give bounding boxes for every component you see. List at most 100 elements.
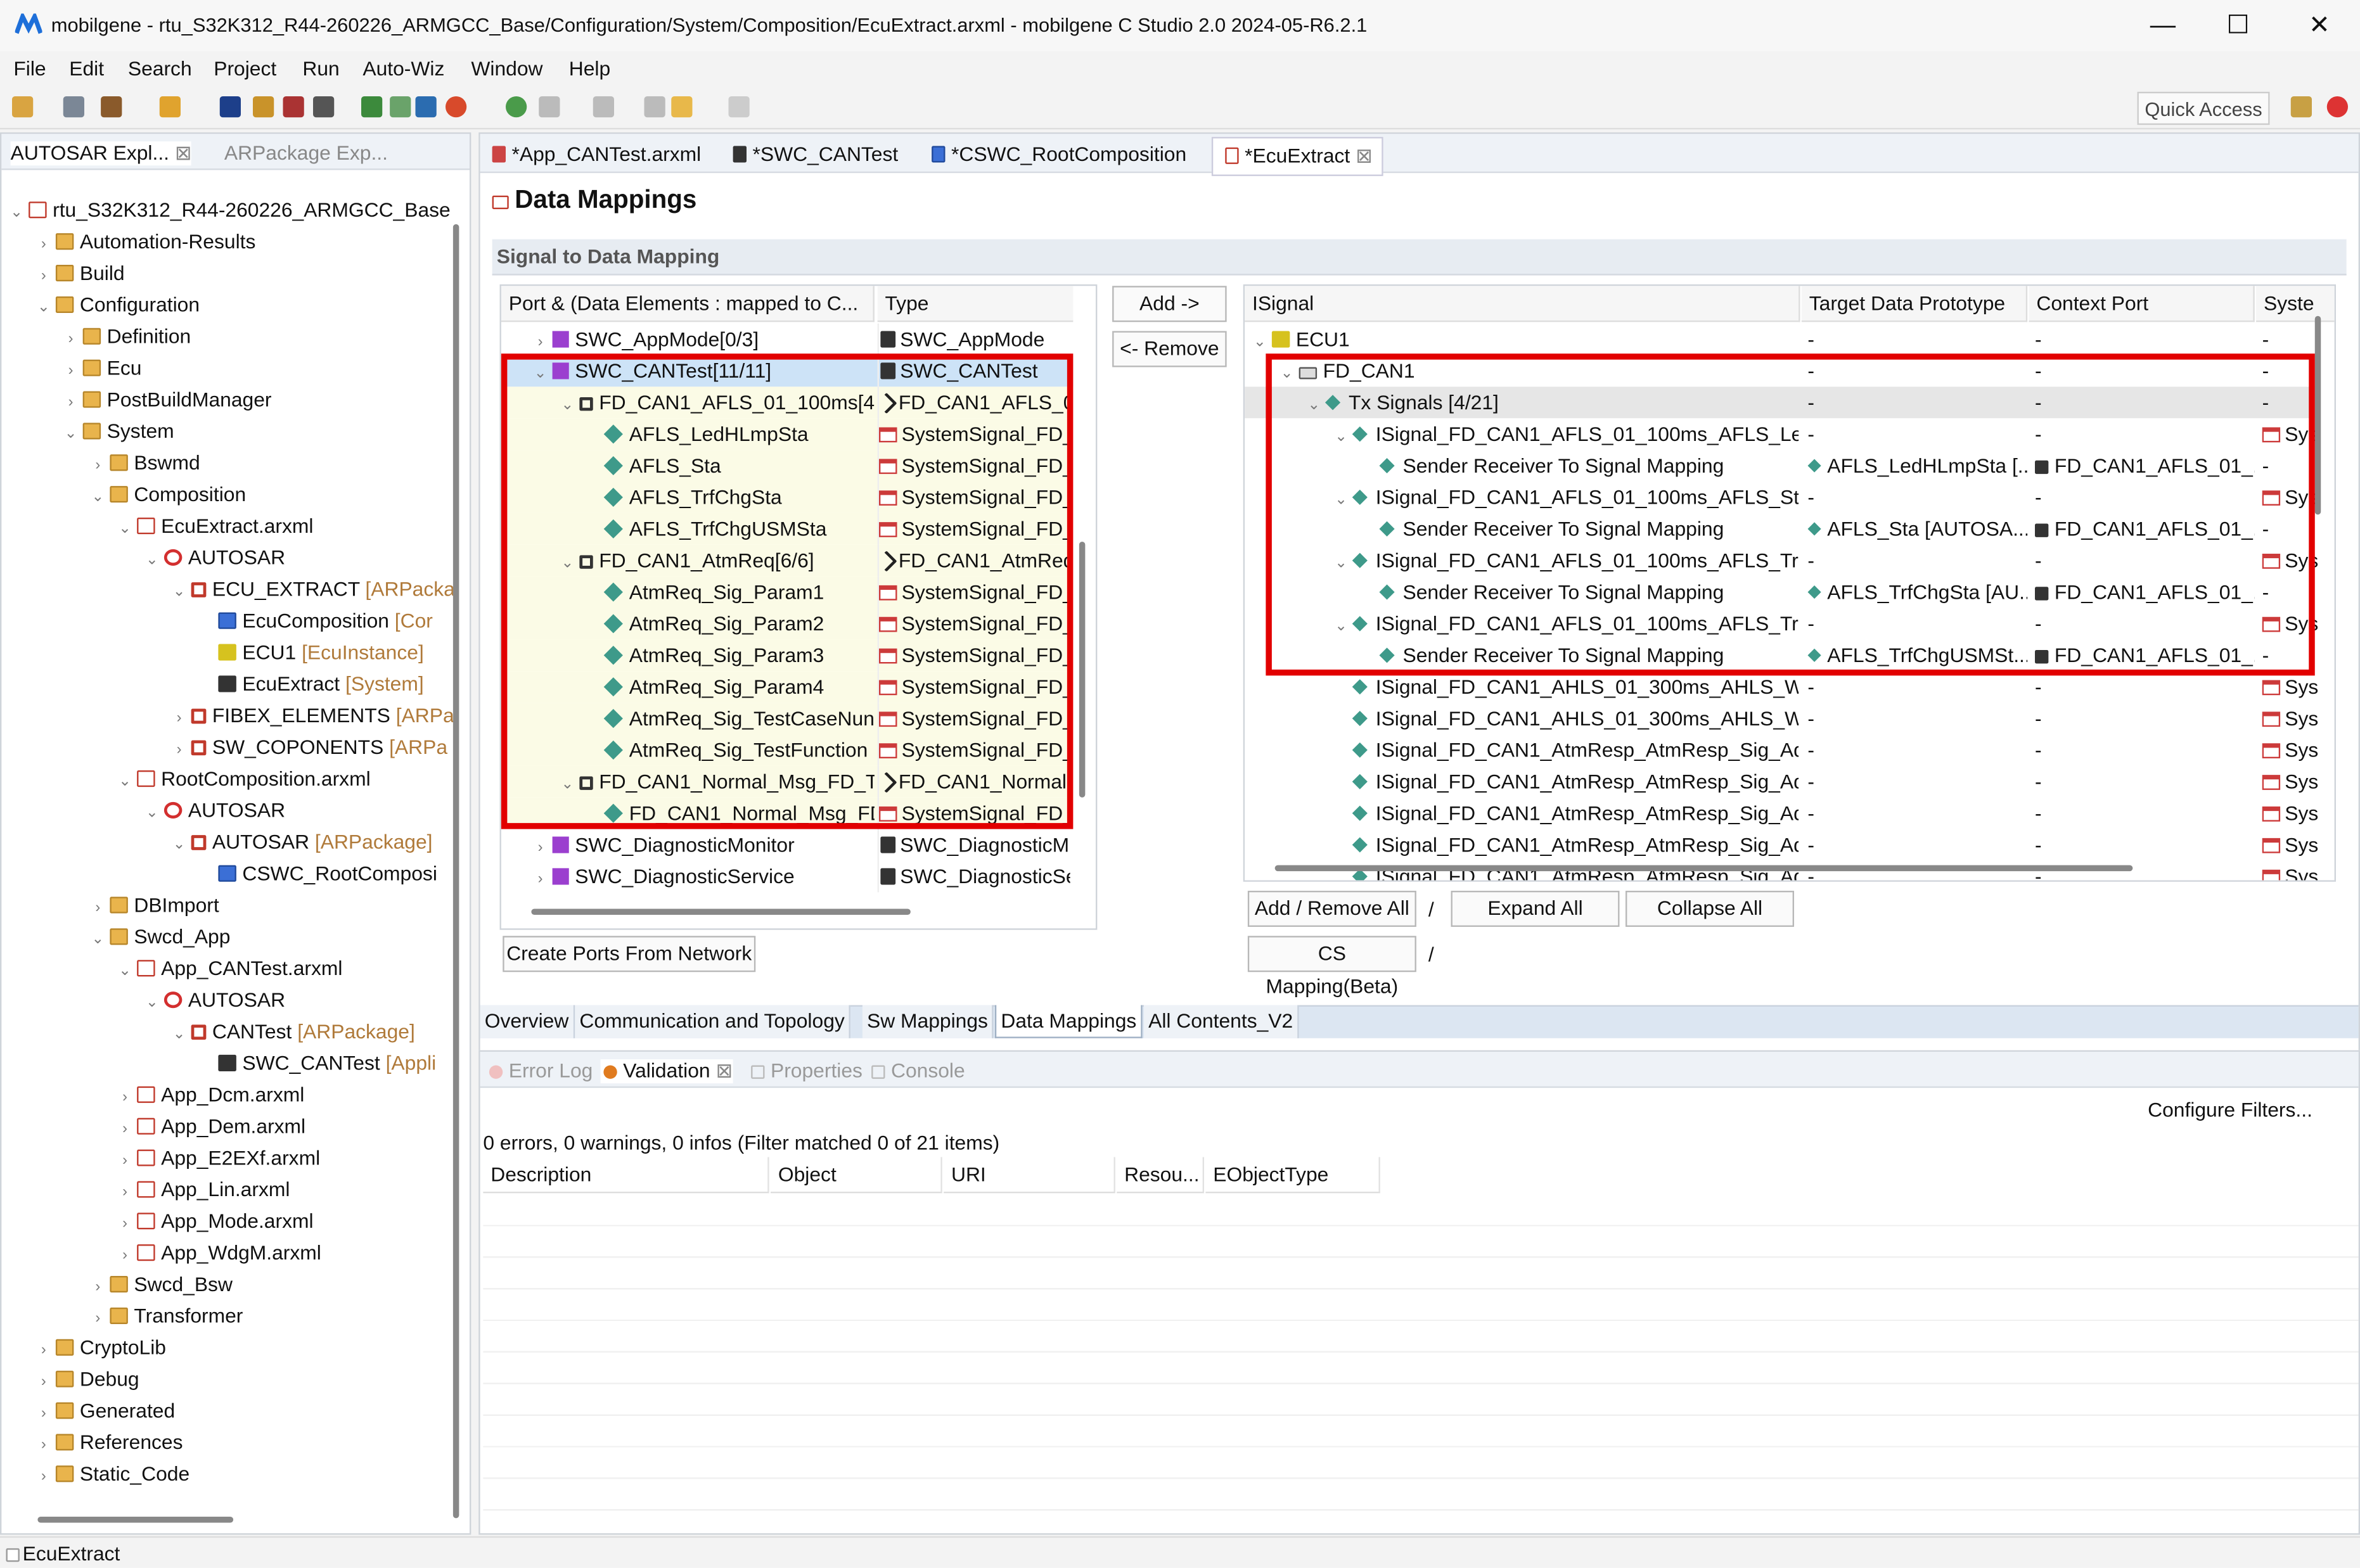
tree-node[interactable]: › CryptoLib [35,1332,166,1363]
isignal-row[interactable]: ISignal_FD_CAN1_AtmResp_AtmResp_Sig_Adc -… [1245,797,2318,829]
tree-node[interactable]: ⌄ App_CANTest.arxml [116,952,342,984]
autosar-perspective-icon[interactable] [2326,96,2348,118]
expand-toggle-icon[interactable]: › [116,1082,134,1114]
expand-toggle-icon[interactable]: › [35,1398,53,1429]
tab-error-log[interactable]: Error Log [486,1059,593,1082]
tool-icon[interactable] [415,96,437,118]
add-remove-all-button[interactable]: Add / Remove All [1247,891,1416,927]
expand-toggle-icon[interactable]: ⌄ [170,829,188,861]
tree-node[interactable]: ⌄ ECU_EXTRACT [ARPacka [170,573,453,605]
tree-node[interactable]: › Definition [61,321,191,352]
tab-arpackage-explorer[interactable]: ARPackage Exp... [224,141,388,164]
expand-toggle-icon[interactable]: › [35,260,53,292]
expand-toggle-icon[interactable]: › [89,450,107,481]
explorer-hscrollbar[interactable] [37,1517,234,1523]
cs-mapping-button[interactable]: CS Mapping(Beta) [1247,936,1416,998]
isignal-row[interactable]: ⌄ ECU1 - - - [1245,323,2317,355]
tab-sw-mappings[interactable]: Sw Mappings [862,1005,994,1038]
tab-communication-topology[interactable]: Communication and Topology [575,1005,851,1038]
tree-node[interactable]: ⌄ Configuration [35,289,200,321]
menu-project[interactable]: Project [214,57,276,80]
port-row[interactable]: › SWC_DiagnosticService SWC_DiagnosticSe [501,860,1074,893]
perspective-icon[interactable] [2290,96,2312,118]
terminal-icon[interactable] [219,96,241,118]
quick-access-input[interactable]: Quick Access [2137,91,2270,125]
tree-node[interactable]: › Build [35,257,125,289]
expand-toggle-icon[interactable]: ⌄ [89,924,107,955]
tab-app-cantest[interactable]: *App_CANTest.arxml [489,143,701,165]
tab-all-contents[interactable]: All Contents_V2 [1144,1005,1299,1038]
col-system[interactable]: Syste [2256,286,2335,322]
tab-ecuextract[interactable]: *EcuExtract ⊠ [1211,137,1383,176]
tree-node[interactable]: › Ecu [61,352,142,387]
tree-node[interactable]: › SW_COPONENTS [ARPa [170,731,447,763]
col-description[interactable]: Description [483,1157,769,1194]
tree-node[interactable]: › Generated [35,1395,175,1429]
tab-cswc-rootcomposition[interactable]: *CSWC_RootComposition [928,143,1186,165]
prev-annotation-icon[interactable] [593,96,614,118]
expand-toggle-icon[interactable]: › [116,1176,134,1208]
explorer-tree[interactable]: ⌄ rtu_S32K312_R44-260226_ARMGCC_Base › Auto… [1,194,453,1518]
expand-toggle-icon[interactable]: › [531,864,549,892]
validate-icon[interactable] [283,96,304,118]
tree-node[interactable]: EcuComposition [Cor [197,605,433,637]
link-icon[interactable] [506,96,527,118]
tree-node[interactable]: ⌄ Swcd_App [89,921,230,953]
expand-toggle-icon[interactable]: › [170,734,188,766]
debug-icon[interactable] [446,96,467,118]
tree-node[interactable]: › Debug [35,1363,139,1395]
expand-all-button[interactable]: Expand All [1451,891,1620,927]
expand-toggle-icon[interactable]: ⌄ [8,197,26,229]
port-row[interactable]: › SWC_DiagnosticMonitor SWC_DiagnosticM [501,829,1074,861]
expand-toggle-icon[interactable]: ⌄ [143,545,162,577]
remove-button[interactable]: <- Remove [1112,331,1227,367]
wizard-icon[interactable] [253,96,274,118]
close-button[interactable]: ✕ [2297,9,2342,42]
export-icon[interactable] [390,96,411,118]
tab-validation[interactable]: Validation ⊠ [600,1059,733,1083]
tree-node[interactable]: › App_E2EXf.arxml [116,1142,320,1174]
menu-run[interactable]: Run [302,57,339,80]
isignal-vscroll[interactable] [2314,316,2321,515]
tree-node[interactable]: › Bswmd [89,447,200,478]
col-isignal[interactable]: ISignal [1245,286,1800,322]
tree-node[interactable]: › Automation-Results [35,226,256,257]
expand-toggle-icon[interactable]: › [35,1367,53,1398]
tree-node[interactable]: ECU1 [EcuInstance] [197,637,424,668]
isignal-row[interactable]: ISignal_FD_CAN1_AtmResp_AtmResp_Sig_Adc -… [1245,734,2318,766]
expand-toggle-icon[interactable]: › [116,1114,134,1145]
menu-help[interactable]: Help [569,57,610,80]
tree-node[interactable]: › App_Lin.arxml [116,1174,290,1206]
tree-node[interactable]: › FIBEX_ELEMENTS [ARPa [170,699,453,731]
tree-node[interactable]: CSWC_RootComposi [197,858,437,889]
port-table-vscroll[interactable] [1079,542,1086,798]
expand-toggle-icon[interactable]: › [531,832,549,860]
expand-toggle-icon[interactable]: ⌄ [1251,326,1269,355]
tab-overview[interactable]: Overview [480,1005,575,1038]
col-type[interactable]: Type [877,286,1074,322]
expand-toggle-icon[interactable]: › [61,386,80,418]
expand-toggle-icon[interactable]: › [35,229,53,260]
tree-node[interactable]: › App_Dem.arxml [116,1111,305,1142]
menu-auto-wiz[interactable]: Auto-Wiz [362,57,444,80]
isignal-row[interactable]: ISignal_FD_CAN1_AtmResp_AtmResp_Sig_Adc -… [1245,860,2318,881]
isignal-row[interactable]: ISignal_FD_CAN1_AtmResp_AtmResp_Sig_Adc -… [1245,829,2318,861]
tree-node[interactable]: › Static_Code [35,1458,189,1489]
configure-filters-link[interactable]: Configure Filters... [2148,1099,2312,1121]
last-edit-icon[interactable] [644,96,665,118]
expand-toggle-icon[interactable]: ⌄ [89,481,107,513]
expand-toggle-icon[interactable]: ⌄ [170,1019,188,1050]
maximize-button[interactable]: ☐ [2216,9,2261,42]
tree-node[interactable]: › App_Dcm.arxml [116,1079,304,1111]
menu-file[interactable]: File [13,57,46,80]
expand-toggle-icon[interactable]: › [170,703,188,734]
expand-toggle-icon[interactable]: › [116,1240,134,1272]
tree-node[interactable]: ⌄ AUTOSAR [143,794,285,826]
expand-toggle-icon[interactable]: › [61,355,80,387]
expand-toggle-icon[interactable]: › [35,1429,53,1461]
forward-icon[interactable] [728,96,750,118]
next-annotation-icon[interactable] [539,96,560,118]
tab-properties[interactable]: Properties [748,1059,863,1082]
col-port[interactable]: Port & (Data Elements : mapped to C... [501,286,875,322]
expand-toggle-icon[interactable]: › [116,1145,134,1176]
